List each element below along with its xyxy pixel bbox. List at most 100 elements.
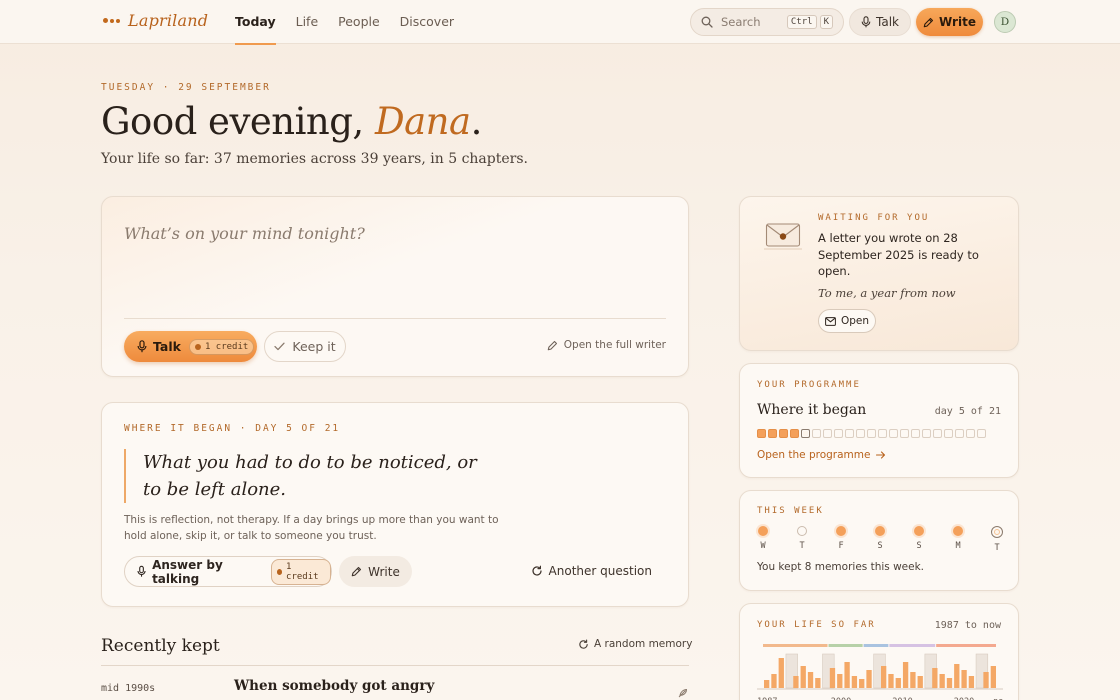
open-programme-label: Open the programme (757, 449, 871, 461)
programme-day-cell (977, 429, 986, 438)
life-so-far-card: YOUR LIFE SO FAR 1987 to now 19872000201… (739, 603, 1019, 700)
open-full-writer-link[interactable]: Open the full writer (547, 339, 666, 351)
answer-by-talking-button[interactable]: Answer by talking 1 credit (124, 556, 332, 587)
day-indicator (797, 526, 807, 536)
memory-era: mid 1990s (101, 683, 156, 694)
timeline-bar (946, 678, 953, 688)
timeline-bar (895, 678, 901, 688)
shortcut-key-k: K (819, 15, 833, 29)
day-indicator (991, 526, 1003, 538)
week-day: W (757, 526, 769, 553)
week-streak: WTFSSMT (757, 526, 1003, 553)
search-icon (701, 16, 713, 28)
timeline-bar (778, 658, 784, 688)
life-timeline-chart[interactable]: 1987200020102020now (757, 640, 1003, 700)
nav-link-today[interactable]: Today (235, 0, 286, 45)
timeline-bar (917, 676, 923, 688)
microphone-icon (137, 565, 146, 577)
chapter-band (936, 644, 996, 647)
programme-day-cell (801, 429, 810, 438)
coin-icon (276, 568, 283, 575)
nav-link-discover[interactable]: Discover (390, 0, 464, 44)
date-line: TUESDAY · 29 SEPTEMBER (101, 82, 271, 93)
programme-day-cell (823, 429, 832, 438)
day-label: S (877, 541, 883, 551)
programme-progress (757, 429, 986, 438)
search-button[interactable]: Search Ctrl K (690, 8, 844, 36)
timeline-bar (961, 670, 967, 688)
timeline-bar (866, 670, 872, 688)
letter-recipient: To me, a year from now (818, 286, 956, 300)
programme-day-cell (834, 429, 843, 438)
open-letter-button[interactable]: Open (818, 309, 876, 333)
day-indicator (875, 526, 885, 536)
envelope-icon (764, 223, 802, 250)
feather-icon[interactable] (677, 688, 688, 699)
refresh-icon (531, 565, 542, 576)
timeline-bar (837, 674, 843, 688)
memory-title[interactable]: When somebody got angry (234, 678, 434, 694)
another-question-label: Another question (548, 564, 652, 578)
prompt-kicker: WHERE IT BEGAN · DAY 5 OF 21 (124, 423, 341, 434)
timeline-bar (954, 664, 960, 688)
letter-description: A letter you wrote on 28 September 2025 … (818, 231, 979, 278)
nav-write-button[interactable]: Write (916, 8, 983, 36)
user-avatar[interactable]: D (994, 11, 1016, 33)
week-day: T (796, 526, 808, 553)
timeline-bar (859, 679, 865, 688)
timeline-bar (983, 672, 989, 688)
week-day: F (835, 526, 847, 553)
timeline-bar (968, 676, 975, 688)
top-nav: Lapriland Today Life People Discover Sea… (0, 0, 1120, 45)
microphone-icon (861, 16, 871, 28)
programme-title: Where it began (757, 402, 867, 418)
prompt-write-button[interactable]: Write (339, 556, 412, 587)
random-memory-button[interactable]: A random memory (578, 638, 692, 650)
another-question-button[interactable]: Another question (531, 564, 652, 578)
programme-day-cell (867, 429, 876, 438)
programme-card: YOUR PROGRAMME Where it began day 5 of 2… (739, 363, 1019, 478)
prompt-write-label: Write (368, 564, 400, 579)
day-label: W (760, 541, 766, 551)
programme-day-cell (900, 429, 909, 438)
nav-talk-label: Talk (876, 15, 899, 29)
programme-day-cell (768, 429, 777, 438)
life-summary: Your life so far: 37 memories across 39 … (101, 151, 528, 167)
programme-day-cell (856, 429, 865, 438)
talk-button[interactable]: Talk 1 credit (124, 331, 257, 362)
timeline-bar (815, 678, 821, 688)
page-title: Good evening, Dana. (101, 100, 482, 143)
credit-badge: 1 credit (270, 558, 331, 585)
open-programme-link[interactable]: Open the programme (757, 449, 886, 461)
nav-talk-button[interactable]: Talk (849, 8, 911, 36)
compose-input[interactable]: What’s on your mind tonight? (124, 224, 365, 243)
nav-link-life[interactable]: Life (286, 0, 329, 44)
timeline-bar (932, 668, 938, 688)
credit-badge: 1 credit (188, 338, 255, 355)
programme-day-cell (922, 429, 931, 438)
nav-link-people[interactable]: People (328, 0, 390, 44)
programme-day-cell (790, 429, 799, 438)
week-day: S (913, 526, 925, 553)
timeline-bar (793, 676, 799, 688)
life-range: 1987 to now (934, 620, 1001, 631)
timeline-bar (771, 674, 777, 688)
week-day: S (874, 526, 886, 553)
divider (124, 318, 666, 319)
coin-icon (194, 343, 201, 350)
shortcut-key-ctrl: Ctrl (786, 15, 817, 29)
logo[interactable]: Lapriland (103, 11, 208, 30)
mail-icon (825, 316, 836, 326)
programme-day-cell (966, 429, 975, 438)
open-full-writer-label: Open the full writer (563, 339, 666, 351)
chapter-band (889, 644, 936, 647)
programme-day-cell (812, 429, 821, 438)
answer-by-talking-label: Answer by talking (152, 557, 223, 586)
timeline-bar (807, 672, 814, 688)
life-kicker: YOUR LIFE SO FAR (757, 620, 876, 630)
day-label: T (799, 541, 805, 551)
logo-mark-icon (103, 18, 120, 23)
keep-it-button[interactable]: Keep it (264, 331, 346, 362)
greeting-suffix: . (470, 100, 483, 143)
arrow-right-icon (876, 451, 886, 459)
